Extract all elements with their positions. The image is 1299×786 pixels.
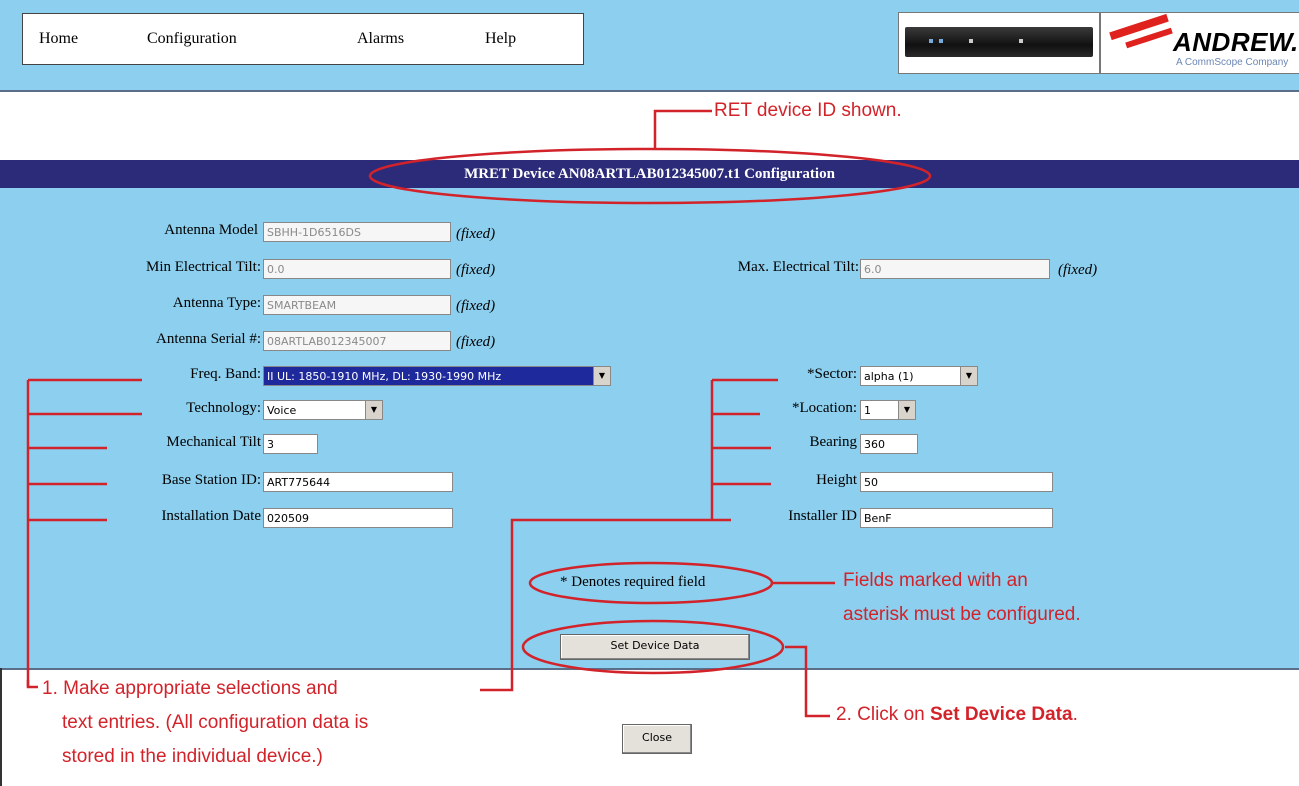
annotation-step1-line3: stored in the individual device.): [62, 746, 323, 767]
annotation-step2-suffix: .: [1072, 704, 1078, 725]
annotation-step1-line1: 1. Make appropriate selections and: [42, 678, 338, 699]
annotation-asterisk-1: Fields marked with an: [843, 570, 1028, 591]
annotation-step2: 2. Click on Set Device Data.: [836, 704, 1078, 726]
callout-lines: [26, 109, 932, 718]
annotation-step1-line2: text entries. (All configuration data is: [62, 712, 369, 733]
annotation-step2-bold: Set Device Data: [929, 704, 1073, 725]
annotation-ret-id: RET device ID shown.: [714, 100, 902, 121]
annotation-step2-prefix: 2. Click on: [836, 704, 930, 725]
annotation-asterisk-2: asterisk must be configured.: [843, 604, 1081, 625]
